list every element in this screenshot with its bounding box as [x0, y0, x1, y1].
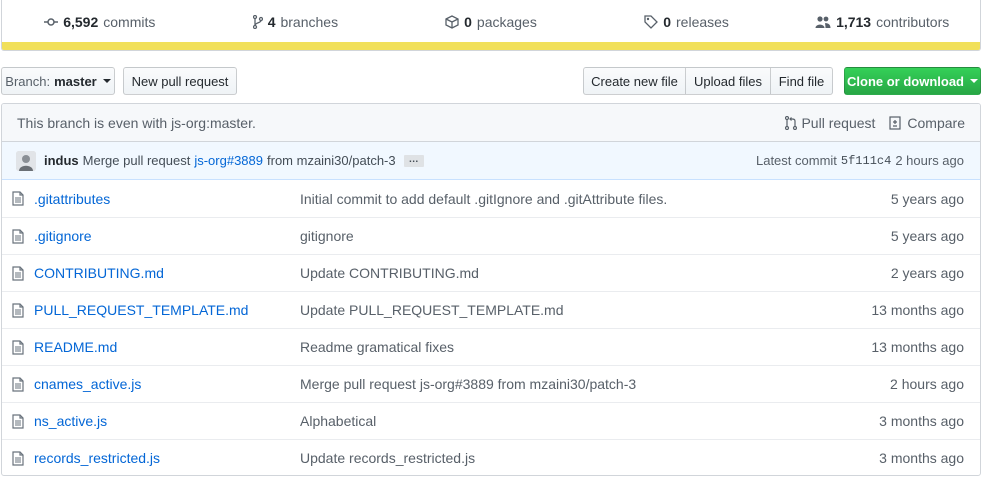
chevron-down-icon: [970, 79, 978, 83]
file-commit-message[interactable]: Initial commit to add default .gitIgnore…: [300, 191, 820, 207]
file-name-link[interactable]: README.md: [34, 339, 300, 355]
contributors-count: 1,713: [836, 13, 872, 30]
chevron-down-icon: [102, 79, 111, 83]
commits-label: commits: [103, 13, 156, 30]
repo-stats-bar: 6,592 commits 4 branches 0 packages 0 re…: [1, 0, 981, 51]
latest-commit-label: Latest commit: [755, 153, 837, 168]
commit-message-prefix[interactable]: Merge pull request: [83, 153, 191, 168]
table-row: CONTRIBUTING.md Update CONTRIBUTING.md 2 y…: [2, 254, 980, 291]
branches-count: 4: [267, 13, 276, 30]
releases-label: releases: [676, 13, 729, 30]
file-commit-message[interactable]: Update PULL_REQUEST_TEMPLATE.md: [300, 302, 820, 318]
table-row: records_restricted.js Update records_rest…: [2, 439, 980, 475]
commit-icon: [44, 15, 59, 29]
branch-select-button[interactable]: Branch: master: [1, 67, 115, 95]
table-row: .gitignore gitignore 5 years ago: [2, 217, 980, 254]
clone-label: Clone or download: [847, 73, 964, 89]
tag-icon: [644, 14, 659, 29]
people-icon: [815, 15, 831, 29]
file-age: 3 months ago: [879, 413, 964, 429]
pull-request-link[interactable]: Pull request: [785, 115, 875, 131]
compare-icon: [889, 115, 903, 130]
latest-commit-bar: indus Merge pull request js-org#3889 fro…: [2, 142, 980, 180]
table-row: .gitattributes Initial commit to add defa…: [2, 180, 980, 217]
file-icon: [2, 376, 34, 392]
commits-count: 6,592: [63, 13, 99, 30]
table-row: README.md Readme gramatical fixes 13 month…: [2, 328, 980, 365]
file-name-link[interactable]: records_restricted.js: [34, 450, 300, 466]
pull-request-label: Pull request: [801, 114, 876, 131]
file-name-link[interactable]: PULL_REQUEST_TEMPLATE.md: [34, 302, 300, 318]
language-bar[interactable]: [2, 42, 980, 50]
branch-icon: [252, 14, 263, 29]
file-icon: [2, 191, 34, 206]
table-row: PULL_REQUEST_TEMPLATE.md Update PULL_REQU…: [2, 291, 980, 328]
file-name-link[interactable]: .gitattributes: [34, 191, 300, 207]
file-icon: [2, 339, 34, 355]
releases-link[interactable]: 0 releases: [589, 14, 785, 30]
compare-label: Compare: [907, 114, 965, 131]
packages-link[interactable]: 0 packages: [393, 14, 589, 30]
file-commit-message[interactable]: gitignore: [300, 228, 820, 244]
commit-sha[interactable]: 5f111c4: [841, 154, 891, 168]
file-icon: [2, 265, 34, 281]
packages-count: 0: [464, 13, 472, 30]
commit-message-suffix[interactable]: from mzaini30/patch-3: [267, 153, 396, 168]
branch-label: Branch:: [5, 73, 51, 89]
table-row: ns_active.js Alphabetical 3 months ago: [2, 402, 980, 439]
new-pull-request-button[interactable]: New pull request: [123, 67, 237, 95]
contributors-label: contributors: [876, 13, 950, 30]
file-age: 2 hours ago: [890, 376, 964, 392]
branches-link[interactable]: 4 branches: [198, 14, 394, 30]
compare-link[interactable]: Compare: [889, 115, 965, 131]
releases-count: 0: [663, 13, 672, 30]
file-name-link[interactable]: .gitignore: [34, 228, 300, 244]
create-new-file-button[interactable]: Create new file: [583, 67, 686, 95]
clone-or-download-button[interactable]: Clone or download: [844, 67, 981, 95]
file-list: .gitattributes Initial commit to add defa…: [2, 180, 980, 475]
table-row: cnames_active.js Merge pull request js-or…: [2, 365, 980, 402]
file-age: 5 years ago: [890, 190, 964, 207]
file-commit-message[interactable]: Alphabetical: [300, 413, 820, 429]
file-icon: [2, 450, 34, 466]
file-age: 3 months ago: [879, 450, 964, 466]
upload-files-button[interactable]: Upload files: [685, 67, 771, 95]
file-icon: [2, 302, 34, 318]
file-name-link[interactable]: CONTRIBUTING.md: [34, 265, 300, 281]
commit-age: 2 hours ago: [895, 153, 964, 168]
avatar[interactable]: [16, 150, 36, 171]
file-commit-message[interactable]: Readme gramatical fixes: [300, 339, 820, 355]
commits-link[interactable]: 6,592 commits: [2, 14, 198, 30]
pull-request-icon: [785, 115, 798, 130]
file-commit-message[interactable]: Merge pull request js-org#3889 from mzai…: [300, 376, 820, 392]
file-commit-message[interactable]: Update records_restricted.js: [300, 450, 820, 466]
package-icon: [445, 14, 459, 29]
packages-label: packages: [476, 13, 537, 30]
file-icon: [2, 413, 34, 429]
file-age: 2 years ago: [890, 265, 964, 281]
branch-status-message: This branch is even with js-org:master.: [17, 114, 256, 131]
file-actions-group: Create new file Upload files Find file: [583, 67, 833, 95]
file-age: 5 years ago: [890, 228, 964, 244]
branch-value: master: [54, 73, 97, 89]
file-icon: [2, 228, 34, 244]
file-name-link[interactable]: ns_active.js: [34, 413, 300, 429]
file-name-link[interactable]: cnames_active.js: [34, 376, 300, 392]
contributors-link[interactable]: 1,713 contributors: [784, 14, 980, 30]
commit-expand-button[interactable]: …: [403, 154, 424, 167]
find-file-button[interactable]: Find file: [770, 67, 833, 95]
file-age: 13 months ago: [871, 302, 964, 318]
commit-pr-link[interactable]: js-org#3889: [194, 153, 263, 168]
commit-author[interactable]: indus: [44, 153, 79, 168]
branch-status-bar: This branch is even with js-org:master. …: [2, 104, 980, 142]
file-commit-message[interactable]: Update CONTRIBUTING.md: [300, 265, 820, 281]
branches-label: branches: [280, 13, 339, 30]
file-age: 13 months ago: [871, 339, 964, 355]
file-browser-panel: This branch is even with js-org:master. …: [1, 103, 981, 476]
